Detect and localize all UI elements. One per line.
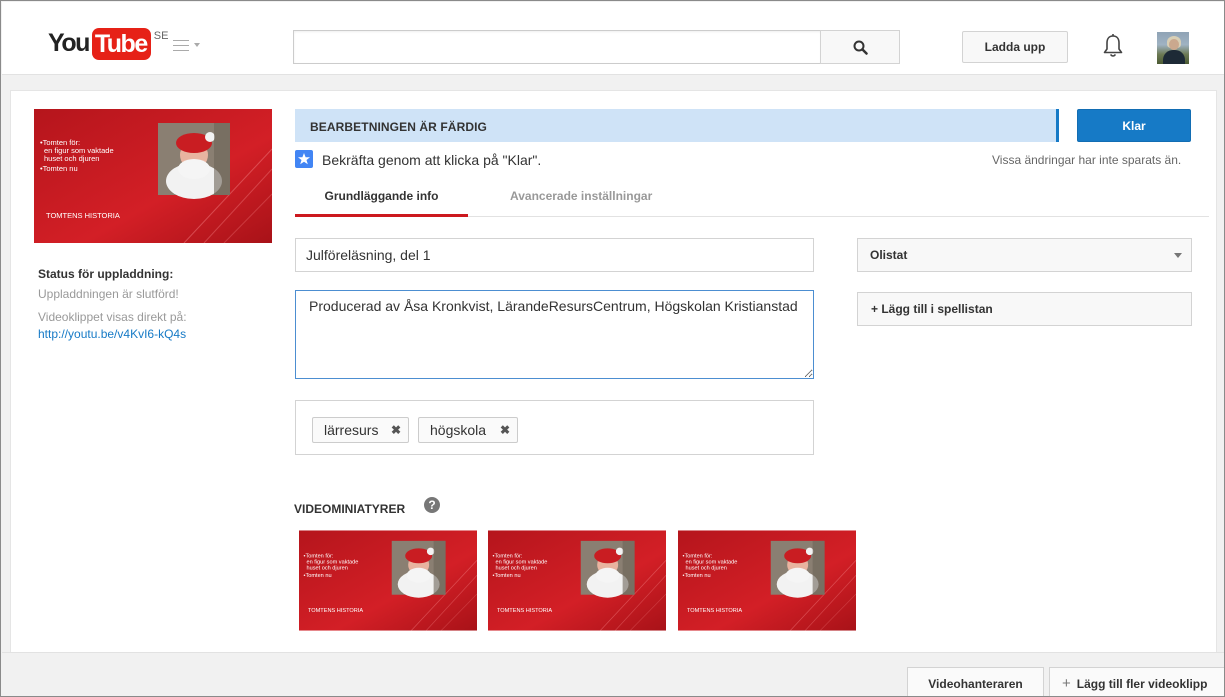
plus-icon: + (1062, 675, 1071, 692)
search-button[interactable] (820, 30, 900, 64)
avatar[interactable] (1157, 32, 1189, 64)
search-icon (853, 40, 868, 55)
video-url-label: Videoklippet visas direkt på: (38, 310, 187, 324)
svg-text:•Tomten nu: •Tomten nu (303, 573, 331, 579)
slide-image: •Tomten för: en figur som vaktade huset … (299, 530, 477, 631)
video-url-link[interactable]: http://youtu.be/v4KvI6-kQ4s (38, 327, 186, 341)
tag-label: högskola (430, 422, 487, 438)
svg-text:•Tomten för:: •Tomten för: (492, 553, 522, 559)
thumb-bullet-4: •Tomten nu (40, 164, 78, 173)
slide-image: •Tomten för: en figur som vaktade huset … (488, 530, 666, 631)
logo-country-code: SE (153, 30, 169, 42)
add-to-playlist-button[interactable]: + Lägg till i spellistan (857, 292, 1192, 326)
add-more-videos-button[interactable]: + Lägg till fler videoklipp (1049, 667, 1224, 696)
svg-text:•Tomten för:: •Tomten för: (303, 553, 333, 559)
help-icon[interactable]: ? (424, 497, 440, 513)
upload-status-text: Uppladdningen är slutförd! (38, 287, 179, 301)
svg-text:TOMTENS HISTORIA: TOMTENS HISTORIA (687, 608, 742, 614)
masthead: You Tube SE Ladda upp (2, 2, 1224, 75)
video-manager-button[interactable]: Videohanteraren (907, 667, 1044, 696)
svg-text:huset och djuren: huset och djuren (685, 565, 726, 571)
remove-tag-icon[interactable]: ✖ (391, 418, 401, 442)
search-input[interactable] (293, 30, 821, 64)
done-button[interactable]: Klar (1077, 109, 1191, 142)
slide-image: •Tomten för: en figur som vaktade huset … (34, 109, 272, 243)
slide-image: •Tomten för: en figur som vaktade huset … (678, 530, 856, 631)
svg-text:TOMTENS HISTORIA: TOMTENS HISTORIA (497, 608, 552, 614)
confirm-instruction: Bekräfta genom att klicka på "Klar". (322, 152, 542, 168)
privacy-dropdown[interactable]: Olistat (857, 238, 1192, 272)
unsaved-changes-notice: Vissa ändringar har inte sparats än. (992, 153, 1182, 167)
thumbnail-option-2[interactable]: •Tomten för: en figur som vaktade huset … (488, 530, 666, 631)
svg-text:en figur som vaktade: en figur som vaktade (495, 559, 547, 565)
chevron-down-icon (194, 43, 200, 47)
youtube-logo[interactable]: You Tube SE (48, 28, 168, 60)
thumb-bullet-3: huset och djuren (44, 154, 99, 163)
add-more-videos-label: Lägg till fler videoklipp (1076, 677, 1208, 691)
svg-text:en figur som vaktade: en figur som vaktade (306, 559, 358, 565)
svg-text:en figur som vaktade: en figur som vaktade (685, 559, 737, 565)
remove-tag-icon[interactable]: ✖ (500, 418, 510, 442)
upload-button[interactable]: Ladda upp (962, 31, 1068, 63)
description-input[interactable]: Producerad av Åsa Kronkvist, LärandeResu… (295, 290, 814, 379)
svg-text:huset och djuren: huset och djuren (495, 565, 536, 571)
title-input[interactable] (295, 238, 814, 272)
thumbnail-option-1[interactable]: •Tomten för: en figur som vaktade huset … (299, 530, 477, 631)
thumbnails-heading: VIDEOMINIATYRER (294, 502, 406, 516)
tag-chip: lärresurs ✖ (312, 417, 409, 443)
tag-label: lärresurs (324, 422, 379, 438)
thumbnail-option-3[interactable]: •Tomten för: en figur som vaktade huset … (678, 530, 856, 631)
guide-menu-button[interactable] (173, 38, 207, 54)
thumb-slide-title: TOMTENS HISTORIA (46, 211, 120, 220)
bell-icon (1103, 34, 1123, 57)
tab-advanced-settings[interactable]: Avancerade inställningar (510, 177, 652, 217)
upload-status-title: Status för uppladdning: (38, 267, 174, 281)
svg-text:•Tomten för:: •Tomten för: (682, 553, 712, 559)
logo-tube-text: Tube (91, 28, 151, 60)
settings-tabs: Grundläggande info Avancerade inställnin… (295, 177, 1209, 217)
processing-status-text: BEARBETNINGEN ÄR FÄRDIG (310, 120, 487, 134)
chevron-down-icon (1174, 253, 1182, 258)
processing-banner: BEARBETNINGEN ÄR FÄRDIG (295, 109, 1059, 142)
star-icon (295, 150, 313, 168)
svg-text:huset och djuren: huset och djuren (306, 565, 347, 571)
footer-action-bar: Videohanteraren + Lägg till fler videokli… (2, 652, 1224, 696)
logo-you-text: You (48, 29, 90, 57)
video-preview-thumbnail[interactable]: •Tomten för: en figur som vaktade huset … (34, 109, 272, 243)
app-window: You Tube SE Ladda upp •Tomten för: en fi… (0, 0, 1225, 697)
svg-text:TOMTENS HISTORIA: TOMTENS HISTORIA (308, 608, 363, 614)
svg-text:•Tomten nu: •Tomten nu (682, 573, 710, 579)
upload-panel: •Tomten för: en figur som vaktade huset … (10, 90, 1217, 652)
privacy-selected-value: Olistat (870, 248, 908, 262)
tag-chip: högskola ✖ (418, 417, 518, 443)
tab-basic-info[interactable]: Grundläggande info (295, 177, 468, 217)
notifications-button[interactable] (1102, 33, 1124, 59)
hamburger-icon (173, 40, 189, 55)
tags-input[interactable]: lärresurs ✖ högskola ✖ (295, 400, 814, 455)
svg-text:•Tomten nu: •Tomten nu (492, 573, 520, 579)
